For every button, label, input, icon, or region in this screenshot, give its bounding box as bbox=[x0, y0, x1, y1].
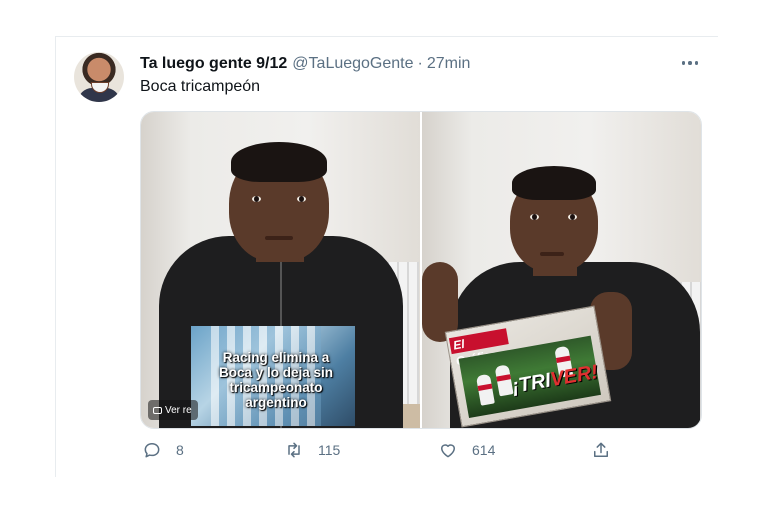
author-avatar[interactable] bbox=[74, 52, 124, 102]
like-count: 614 bbox=[472, 442, 496, 458]
share-button[interactable] bbox=[591, 440, 611, 460]
more-icon[interactable] bbox=[678, 54, 702, 72]
reply-button[interactable]: 8 bbox=[142, 440, 184, 460]
media-photo-left[interactable]: Racing elimina a Boca y lo deja sin tric… bbox=[141, 112, 420, 428]
person-eye bbox=[252, 196, 261, 202]
tweet-time[interactable]: 27min bbox=[427, 55, 471, 73]
like-icon bbox=[441, 444, 455, 458]
person-eye bbox=[297, 196, 306, 202]
separator-dot: · bbox=[417, 55, 423, 72]
view-badge[interactable]: Ver re bbox=[148, 400, 198, 420]
retweet-button[interactable]: 115 bbox=[284, 440, 340, 460]
camera-icon bbox=[153, 406, 162, 414]
person-mouth bbox=[540, 252, 564, 256]
share-icon bbox=[594, 442, 608, 457]
news-clip-caption: Racing elimina a Boca y lo deja sin tric… bbox=[218, 350, 334, 410]
tweet-media: Racing elimina a Boca y lo deja sin tric… bbox=[140, 111, 702, 429]
reply-count: 8 bbox=[176, 442, 184, 458]
person-eye bbox=[530, 214, 539, 220]
retweet-icon bbox=[288, 442, 300, 458]
magazine-player bbox=[475, 373, 495, 406]
like-button[interactable]: 614 bbox=[438, 440, 495, 460]
reply-icon bbox=[144, 443, 160, 458]
author-handle[interactable]: @TaLuegoGente bbox=[292, 55, 413, 73]
person-hair bbox=[512, 166, 596, 200]
view-badge-label: Ver re bbox=[165, 404, 192, 416]
tweet-actions: 8 115 614 bbox=[0, 440, 768, 464]
author-name[interactable]: Ta luego gente 9/12 bbox=[140, 55, 287, 73]
person-mouth bbox=[265, 236, 293, 240]
magazine-logo: El Gráfico bbox=[448, 328, 509, 368]
tweet-text: Boca tricampeón bbox=[140, 78, 261, 95]
person-eye bbox=[568, 214, 577, 220]
news-clip-overlay: Racing elimina a Boca y lo deja sin tric… bbox=[191, 326, 355, 426]
retweet-count: 115 bbox=[318, 442, 341, 458]
media-photo-right[interactable]: El Gráfico ¡TRIVER! bbox=[422, 112, 701, 428]
person-hair bbox=[231, 142, 327, 182]
tweet-header: Ta luego gente 9/12 @TaLuegoGente · 27mi… bbox=[140, 54, 470, 74]
